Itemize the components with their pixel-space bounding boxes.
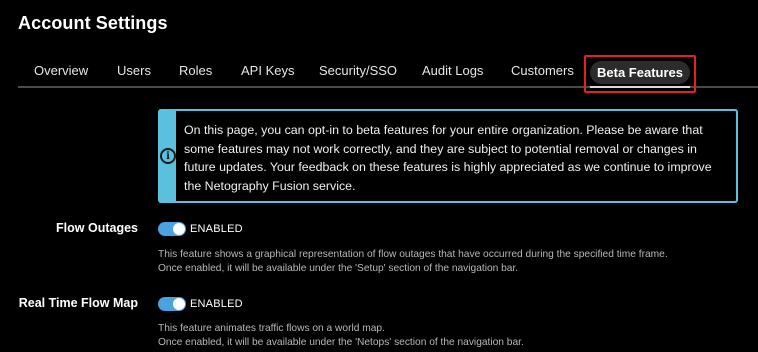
flow-outages-desc-line1: This feature shows a graphical represent… xyxy=(158,249,668,260)
real-time-flow-map-toggle[interactable] xyxy=(158,297,186,311)
tab-users[interactable]: Users xyxy=(117,58,151,84)
active-tab-underline xyxy=(590,86,690,88)
info-banner-side: i xyxy=(160,111,176,201)
info-banner: i On this page, you can opt-in to beta f… xyxy=(158,109,738,203)
toggle-knob xyxy=(173,298,185,310)
flow-outages-state: ENABLED xyxy=(190,223,243,235)
info-icon: i xyxy=(160,148,176,164)
feature-label-real-time-flow-map: Real Time Flow Map xyxy=(18,296,138,310)
info-banner-text: On this page, you can opt-in to beta fea… xyxy=(184,123,712,193)
tab-roles[interactable]: Roles xyxy=(179,58,212,84)
flow-outages-desc-line2: Once enabled, it will be available under… xyxy=(158,262,519,274)
tab-bar: Overview Users Roles API Keys Security/S… xyxy=(18,55,758,93)
tab-security-sso[interactable]: Security/SSO xyxy=(319,58,397,84)
feature-label-flow-outages: Flow Outages xyxy=(56,221,138,235)
real-time-flow-map-desc-line2: Once enabled, it will be available under… xyxy=(158,336,524,348)
flow-outages-toggle[interactable] xyxy=(158,222,186,236)
flow-outages-description: This feature shows a graphical represent… xyxy=(158,248,668,275)
tab-overview[interactable]: Overview xyxy=(34,58,88,84)
real-time-flow-map-desc-line1: This feature animates traffic flows on a… xyxy=(158,323,385,334)
tab-audit-logs[interactable]: Audit Logs xyxy=(422,58,483,84)
toggle-knob xyxy=(173,223,185,235)
real-time-flow-map-description: This feature animates traffic flows on a… xyxy=(158,322,524,349)
tab-api-keys[interactable]: API Keys xyxy=(241,58,294,84)
tab-beta-features[interactable]: Beta Features xyxy=(590,61,690,84)
real-time-flow-map-state: ENABLED xyxy=(190,298,243,310)
page-title: Account Settings xyxy=(18,13,168,33)
tab-customers[interactable]: Customers xyxy=(511,58,574,84)
